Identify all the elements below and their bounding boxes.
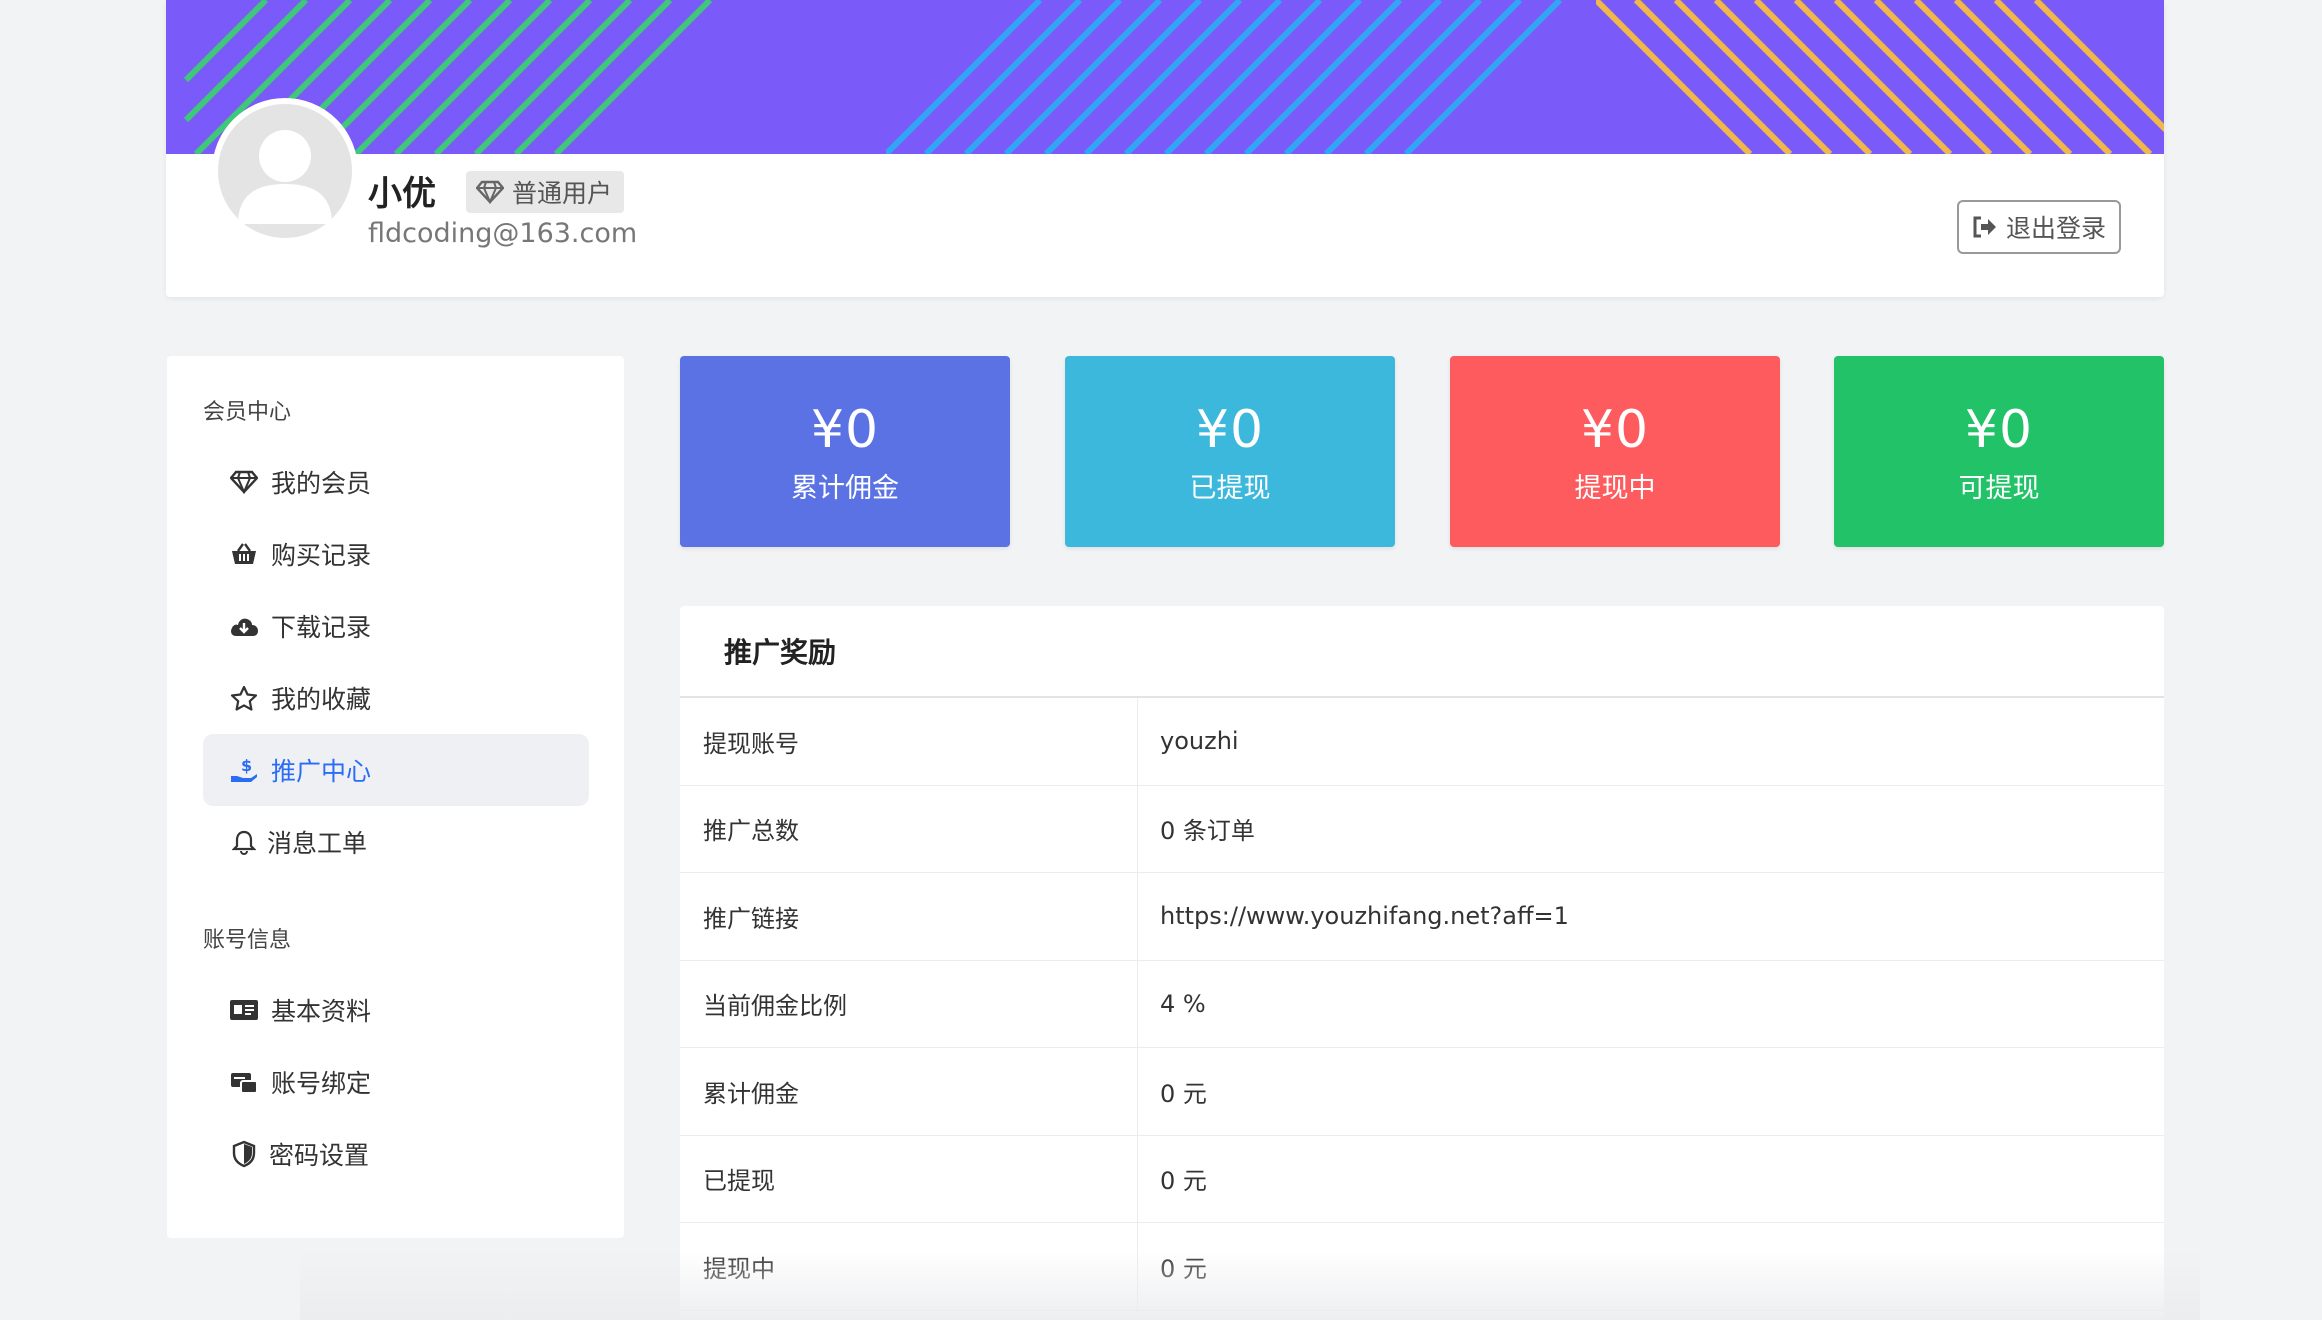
avatar[interactable] [212,98,358,244]
table-row: 提现中 0 元 [680,1223,2164,1311]
user-email: fldcoding@163.com [368,218,638,249]
shield-icon [229,1140,259,1168]
stat-card-total-commission: ¥0 累计佣金 [680,356,1010,547]
sidebar-section-title: 账号信息 [203,928,292,953]
stat-amount: ¥0 [1964,400,2034,460]
bell-icon [229,829,259,855]
profile-banner [166,0,2164,154]
row-value: 0 元 [1160,1254,1207,1283]
sidebar-item-promotion-center[interactable]: $ 推广中心 [203,734,589,806]
stat-label: 提现中 [1574,473,1656,504]
stat-amount: ¥0 [1580,400,1650,460]
svg-text:$: $ [241,756,252,775]
sidebar-item-label: 密码设置 [269,1141,370,1170]
user-avatar-icon [238,130,332,224]
sidebar-item-label: 消息工单 [267,829,368,858]
sidebar-section-title: 会员中心 [203,400,292,425]
promotion-link[interactable]: https://www.youzhifang.net?aff=1 [1138,873,2164,960]
stat-label: 已提现 [1189,473,1271,504]
sidebar-item-favorites[interactable]: 我的收藏 [203,662,589,734]
logout-label: 退出登录 [2005,214,2106,243]
promotion-title: 推广奖励 [680,606,2164,698]
banner-stripes [183,0,2164,154]
row-key: 推广链接 [680,873,1138,960]
row-value: 0 元 [1160,1079,1207,1108]
sidebar-item-label: 我的收藏 [271,685,372,714]
row-value: 0 条订单 [1160,817,1255,846]
sidebar-item-account-binding[interactable]: 账号绑定 [203,1046,589,1118]
row-value: 0 元 [1160,1167,1207,1196]
row-key: 提现中 [680,1223,1138,1310]
sidebar-item-label: 下载记录 [271,613,372,642]
row-value: youzhi [1160,727,1239,756]
table-row: 累计佣金 0 元 [680,1048,2164,1136]
stat-label: 可提现 [1958,473,2040,504]
sidebar-item-label: 购买记录 [271,541,372,570]
star-icon [229,685,259,711]
row-value: 4 % [1160,989,1206,1018]
diamond-icon [476,180,504,204]
link-account-icon [229,1069,259,1095]
sidebar-item-password-settings[interactable]: 密码设置 [203,1118,589,1190]
stat-card-available: ¥0 可提现 [1834,356,2164,547]
sign-out-icon [1973,216,1996,238]
logout-button[interactable]: 退出登录 [1957,200,2121,254]
row-key: 提现账号 [680,698,1138,785]
sidebar-item-messages[interactable]: 消息工单 [203,806,589,878]
table-row: 当前佣金比例 4 % [680,960,2164,1048]
user-level-badge: 普通用户 [466,171,625,213]
sidebar-item-label: 账号绑定 [271,1069,372,1098]
user-level-label: 普通用户 [512,179,613,208]
table-row: 已提现 0 元 [680,1135,2164,1223]
sidebar-item-basic-profile[interactable]: 基本资料 [203,974,589,1046]
promotion-panel: 推广奖励 提现账号 youzhi 推广总数 0 条订单 推广链接 https:/… [680,606,2164,1320]
row-key: 累计佣金 [680,1048,1138,1135]
hand-dollar-icon: $ [229,756,259,784]
stat-card-withdrawn: ¥0 已提现 [1065,356,1395,547]
cloud-download-icon [229,615,259,637]
user-name: 小优 [368,174,436,214]
sidebar-item-my-membership[interactable]: 我的会员 [203,446,589,518]
stat-card-withdrawing: ¥0 提现中 [1450,356,1780,547]
stat-amount: ¥0 [1195,400,1265,460]
sidebar-item-download-records[interactable]: 下载记录 [203,590,589,662]
table-row: 提现账号 youzhi [680,698,2164,786]
table-row: 推广总数 0 条订单 [680,785,2164,873]
sidebar-item-purchase-records[interactable]: 购买记录 [203,518,589,590]
row-key: 当前佣金比例 [680,960,1138,1047]
sidebar-item-label: 我的会员 [271,469,372,498]
id-card-icon [229,998,259,1022]
profile-card: 小优 普通用户 fldcoding@163.com 退出登录 [166,0,2164,297]
row-key: 推广总数 [680,785,1138,872]
diamond-icon [229,470,259,494]
table-row: 推广链接 https://www.youzhifang.net?aff=1 [680,873,2164,961]
sidebar: 会员中心 我的会员 购买记录 下载记录 我的收藏 $ 推广中心 消息工单 账号信… [167,356,624,1238]
stat-amount: ¥0 [810,400,880,460]
sidebar-item-label: 基本资料 [271,997,372,1026]
basket-icon [229,542,259,566]
row-key: 已提现 [680,1135,1138,1222]
stat-label: 累计佣金 [791,473,899,504]
sidebar-item-label: 推广中心 [271,757,372,786]
